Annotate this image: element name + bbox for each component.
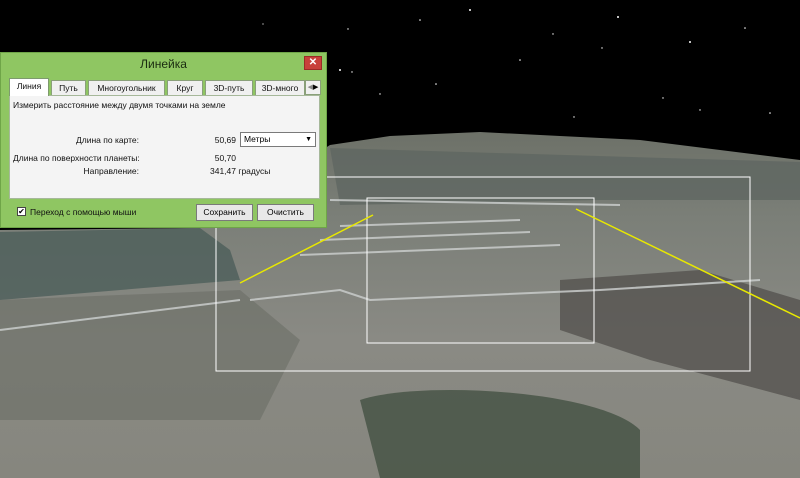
map-length-label: Длина по карте: [76,135,139,145]
tab-polygon[interactable]: Многоугольник [88,80,165,95]
save-button[interactable]: Сохранить [196,204,253,221]
unit-select-value: Метры [244,134,271,144]
dialog-title: Линейка [140,57,187,71]
tab-3d-polygon[interactable]: 3D-много [255,80,305,95]
ruler-dialog: Линейка ✕ Линия Путь Многоугольник Круг … [0,52,327,228]
map-length-value: 50,69 [214,135,236,145]
unit-select[interactable]: Метры ▼ [240,132,316,147]
close-button[interactable]: ✕ [304,56,322,70]
dialog-titlebar[interactable]: Линейка ✕ [1,53,326,75]
description-text: Измерить расстояние между двумя точками … [13,100,226,110]
surface-length-label: Длина по поверхности планеты: [13,153,140,163]
field-left-bottom [0,290,300,420]
chevron-down-icon: ▼ [305,136,312,143]
line-tab-panel: Измерить расстояние между двумя точками … [9,95,320,199]
tab-bar: Линия Путь Многоугольник Круг 3D-путь 3D… [9,78,321,96]
surface-length-value: 50,70 [214,153,236,163]
checkmark-icon: ✔ [18,207,25,216]
chevron-right-icon[interactable]: ▶ [313,84,318,91]
tab-line[interactable]: Линия [9,78,49,96]
heading-value: 341,47 градусы [210,166,271,176]
heading-label: Направление: [83,166,139,176]
dialog-footer: ✔ Переход с помощью мыши Сохранить Очист… [9,201,320,223]
tab-path[interactable]: Путь [51,80,86,95]
clear-button[interactable]: Очистить [257,204,314,221]
close-icon: ✕ [308,57,318,68]
tab-circle[interactable]: Круг [167,80,203,95]
tab-scroll-arrows[interactable]: ◀▶ [305,80,321,95]
mouse-nav-checkbox[interactable]: ✔ [17,207,26,216]
mouse-nav-label[interactable]: Переход с помощью мыши [30,207,136,217]
tab-3d-path[interactable]: 3D-путь [205,80,253,95]
